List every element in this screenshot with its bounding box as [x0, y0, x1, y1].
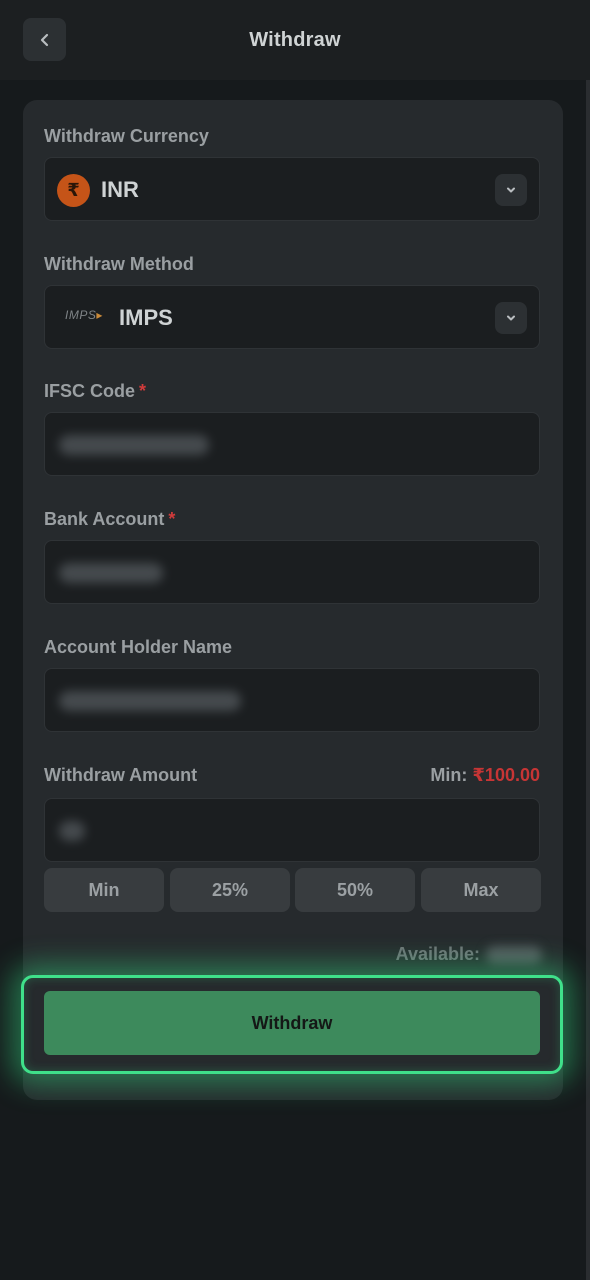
required-mark: * — [168, 509, 176, 529]
preset-min-button[interactable]: Min — [44, 868, 164, 912]
redacted-value — [59, 563, 163, 583]
redacted-value — [59, 691, 241, 711]
withdraw-page: Withdraw Withdraw Currency ₹ INR Withdra… — [0, 0, 590, 1280]
page-title: Withdraw — [249, 28, 341, 51]
rupee-coin-icon: ₹ — [57, 174, 90, 207]
preset-50-button[interactable]: 50% — [295, 868, 415, 912]
currency-label: Withdraw Currency — [44, 126, 209, 146]
redacted-value — [59, 821, 85, 841]
scrollbar[interactable] — [586, 0, 590, 1280]
preset-25-button[interactable]: 25% — [170, 868, 290, 912]
available-label: Available: — [395, 944, 480, 964]
amount-label: Withdraw Amount — [44, 765, 198, 785]
method-value: IMPS — [119, 305, 173, 330]
required-mark: * — [139, 381, 147, 401]
ifsc-input[interactable] — [44, 412, 540, 476]
holder-name-label: Account Holder Name — [44, 637, 233, 657]
amount-input[interactable] — [44, 798, 540, 862]
redacted-value — [486, 945, 542, 964]
currency-select[interactable]: ₹ INR — [44, 157, 540, 221]
ifsc-label: IFSC Code * — [44, 381, 146, 402]
imps-logo: IMPS▸ — [65, 308, 103, 322]
method-select[interactable]: IMPS▸ IMPS — [44, 285, 540, 349]
chevron-down-icon — [507, 315, 515, 321]
bank-account-input[interactable] — [44, 540, 540, 604]
preset-max-button[interactable]: Max — [421, 868, 541, 912]
top-bar: Withdraw — [0, 0, 590, 80]
holder-name-input[interactable] — [44, 668, 540, 732]
method-label: Withdraw Method — [44, 254, 194, 274]
bank-account-label-text: Bank Account — [44, 509, 165, 529]
min-amount: Min: ₹100.00 — [430, 765, 540, 786]
min-amount-value: ₹100.00 — [472, 765, 540, 785]
imps-logo-text: IMPS — [65, 308, 97, 322]
available-balance: Available: — [396, 944, 542, 965]
currency-dropdown-button[interactable] — [495, 174, 527, 206]
min-amount-label: Min: — [430, 765, 468, 785]
back-button[interactable] — [23, 18, 66, 61]
currency-value: INR — [101, 177, 139, 202]
bank-account-label: Bank Account * — [44, 509, 175, 530]
ifsc-label-text: IFSC Code — [44, 381, 136, 401]
method-dropdown-button[interactable] — [495, 302, 527, 334]
withdraw-button[interactable]: Withdraw — [44, 991, 540, 1055]
redacted-value — [59, 435, 209, 455]
chevron-down-icon — [507, 187, 515, 193]
chevron-left-icon — [40, 33, 48, 46]
